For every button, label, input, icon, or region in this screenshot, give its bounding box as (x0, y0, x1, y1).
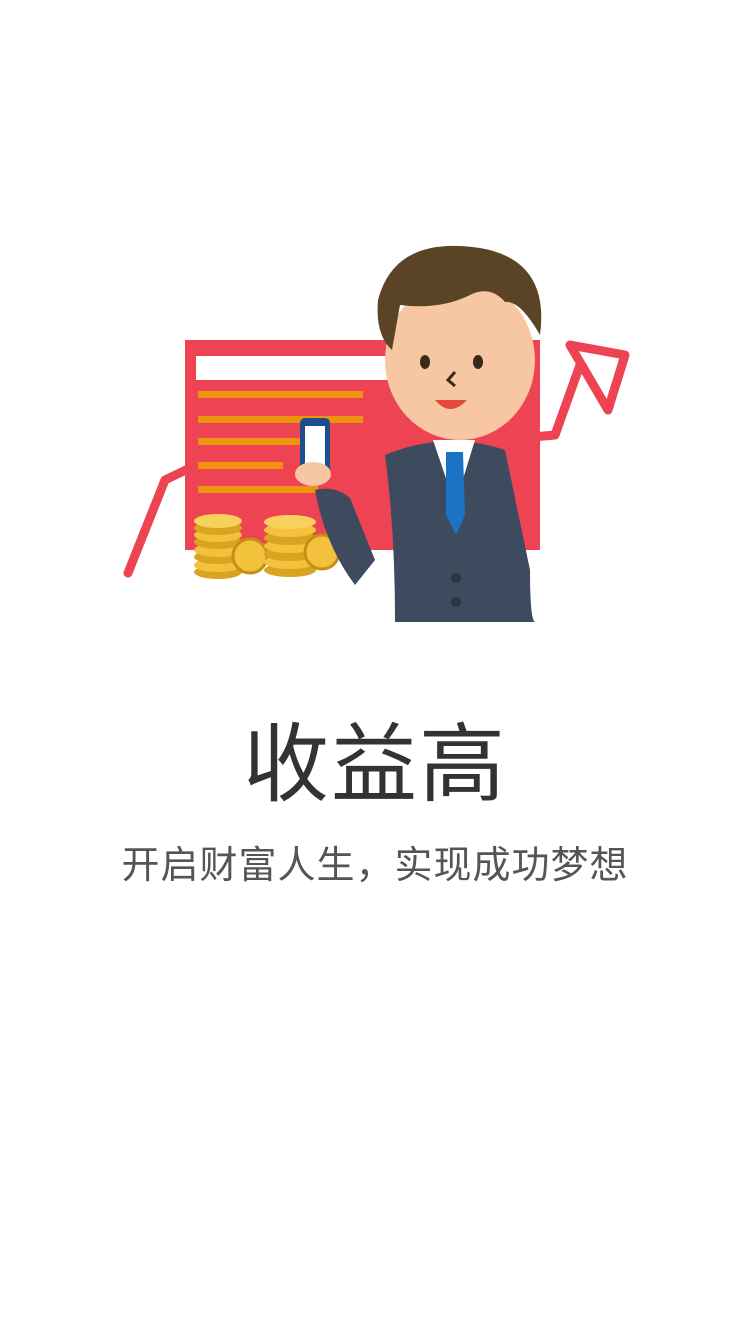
page-title: 收益高 (243, 715, 507, 815)
businessman-with-phone-and-coins-icon (123, 245, 630, 622)
page-subtitle: 开启财富人生，实现成功梦想 (121, 843, 629, 887)
splash-screen: 收益高 开启财富人生，实现成功梦想 (0, 0, 750, 1334)
